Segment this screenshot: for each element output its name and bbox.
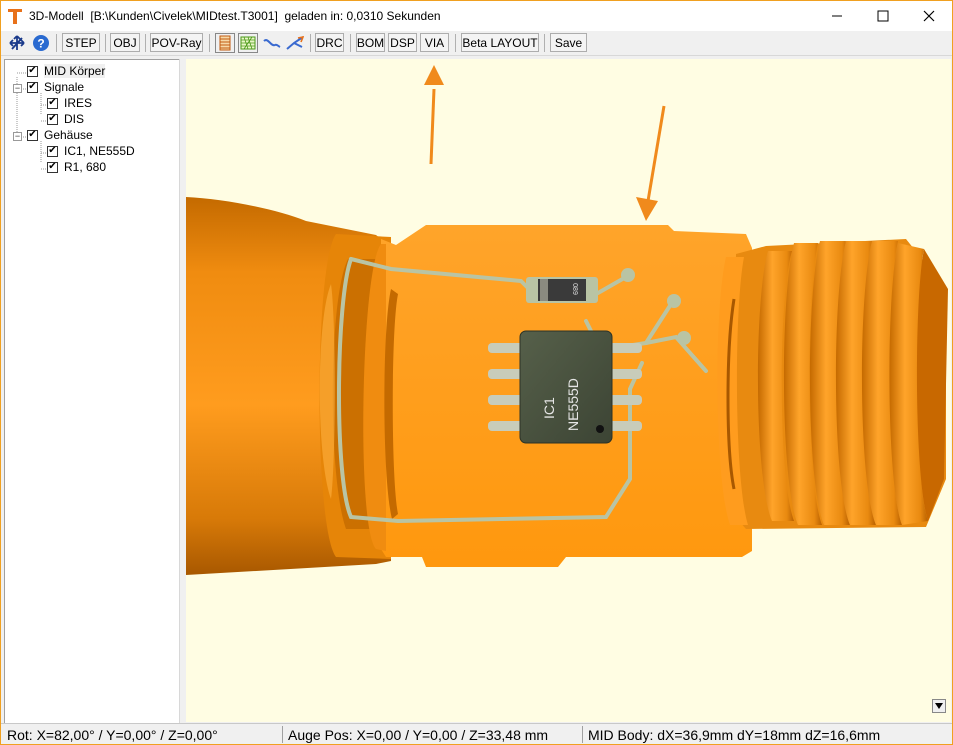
checkbox-checked-icon[interactable]: ✔ — [47, 113, 58, 125]
status-divider — [582, 726, 583, 743]
minimize-button[interactable] — [814, 1, 860, 31]
chevron-down-icon — [935, 703, 943, 709]
toolbar-separator — [544, 34, 545, 52]
tree-item-label: IC1, NE555D — [64, 144, 135, 158]
toolbar-separator — [56, 34, 57, 52]
toolbar-separator — [310, 34, 311, 52]
checkbox-checked-icon[interactable]: ✔ — [27, 81, 38, 93]
obj-button[interactable]: OBJ — [110, 33, 140, 52]
toolbar-separator — [105, 34, 106, 52]
help-button[interactable]: ? — [31, 33, 51, 53]
bom-button[interactable]: BOM — [356, 33, 385, 52]
status-divider — [282, 726, 283, 743]
ic-value-label: NE555D — [565, 378, 581, 431]
panel-splitter[interactable] — [179, 59, 186, 723]
annotation-arrows — [424, 65, 666, 221]
tree-item-housing[interactable]: ✔ Gehäuse — [27, 127, 93, 143]
title-bar: 3D-Modell [B:\Kunden\Civelek\MIDtest.T30… — [1, 1, 952, 31]
tree-item-ic1[interactable]: ✔ IC1, NE555D — [47, 143, 135, 159]
resistor-marking: 089 — [571, 283, 578, 295]
tree-item-ires[interactable]: ✔ IRES — [47, 95, 92, 111]
step-button[interactable]: STEP — [62, 33, 100, 52]
toolbar-separator — [455, 34, 456, 52]
app-window: 3D-Modell [B:\Kunden\Civelek\MIDtest.T30… — [0, 0, 953, 745]
object-tree: ✔ MID Körper − ✔ Signale ✔ IRES ✔ DIS − ✔ Geh… — [4, 59, 180, 725]
checkbox-checked-icon[interactable]: ✔ — [47, 97, 58, 109]
body-dimensions-readout: MID Body: dX=36,9mm dY=18mm dZ=16,6mm — [588, 727, 881, 743]
close-button[interactable] — [906, 1, 952, 31]
tree-item-label: DIS — [64, 112, 85, 126]
minimize-icon — [832, 15, 842, 17]
3d-scene: 089 IC1 NE555D — [186, 65, 948, 575]
beta-layout-button[interactable]: Beta LAYOUT — [461, 33, 539, 52]
status-bar: Rot: X=82,00° / Y=0,00° / Z=0,00° Auge P… — [1, 723, 952, 744]
checkbox-checked-icon[interactable]: ✔ — [27, 65, 38, 77]
branch-button[interactable] — [285, 33, 305, 53]
mesh-button[interactable] — [238, 33, 258, 53]
tree-item-dis[interactable]: ✔ DIS — [47, 111, 84, 127]
toolbar: ? STEP OBJ POV-Ray DRC BOM DSP VIA Beta … — [1, 31, 952, 56]
tree-item-r1[interactable]: ✔ R1, 680 — [47, 159, 106, 175]
move-axes-icon — [9, 35, 25, 50]
maximize-button[interactable] — [860, 1, 906, 31]
move-axes-button[interactable] — [7, 33, 27, 53]
checkbox-checked-icon[interactable]: ✔ — [47, 161, 58, 173]
tree-item-label: Gehäuse — [44, 128, 93, 142]
ic-ref-label: IC1 — [541, 397, 557, 419]
toolbar-separator — [209, 34, 210, 52]
window-title: 3D-Modell [B:\Kunden\Civelek\MIDtest.T30… — [29, 9, 441, 23]
toolbar-separator — [145, 34, 146, 52]
collapse-icon[interactable]: − — [13, 84, 22, 93]
toolbar-separator — [350, 34, 351, 52]
resistor-r1: 089 — [526, 277, 598, 303]
layers-button[interactable] — [215, 33, 235, 53]
app-logo-icon — [8, 9, 22, 24]
tree-item-label: IRES — [64, 96, 93, 110]
collapse-icon[interactable]: − — [13, 132, 22, 141]
drc-button[interactable]: DRC — [315, 33, 344, 52]
branch-icon — [286, 35, 304, 50]
scroll-down-button[interactable] — [932, 699, 946, 713]
tree-item-mid-body[interactable]: ✔ MID Körper — [27, 63, 106, 79]
svg-text:?: ? — [37, 37, 44, 51]
povray-button[interactable]: POV-Ray — [150, 33, 203, 52]
tree-item-label: R1, 680 — [64, 160, 107, 174]
close-icon — [923, 10, 935, 22]
3d-viewport[interactable]: 089 IC1 NE555D — [186, 59, 951, 722]
tree-item-label: Signale — [44, 80, 85, 94]
curve-icon — [263, 39, 281, 48]
eye-position-readout: Auge Pos: X=0,00 / Y=0,00 / Z=33,48 mm — [288, 727, 549, 743]
help-icon: ? — [33, 35, 49, 51]
layers-icon — [219, 35, 231, 51]
checkbox-checked-icon[interactable]: ✔ — [47, 145, 58, 157]
mesh-icon — [240, 36, 256, 50]
dsp-button[interactable]: DSP — [388, 33, 417, 52]
checkbox-checked-icon[interactable]: ✔ — [27, 129, 38, 141]
tree-item-label: MID Körper — [44, 64, 106, 78]
maximize-icon — [877, 10, 889, 22]
rotation-readout: Rot: X=82,00° / Y=0,00° / Z=0,00° — [7, 727, 218, 743]
curve-button[interactable] — [262, 33, 282, 53]
tree-item-signals[interactable]: ✔ Signale — [27, 79, 84, 95]
save-button[interactable]: Save — [550, 33, 587, 52]
via-button[interactable]: VIA — [420, 33, 449, 52]
